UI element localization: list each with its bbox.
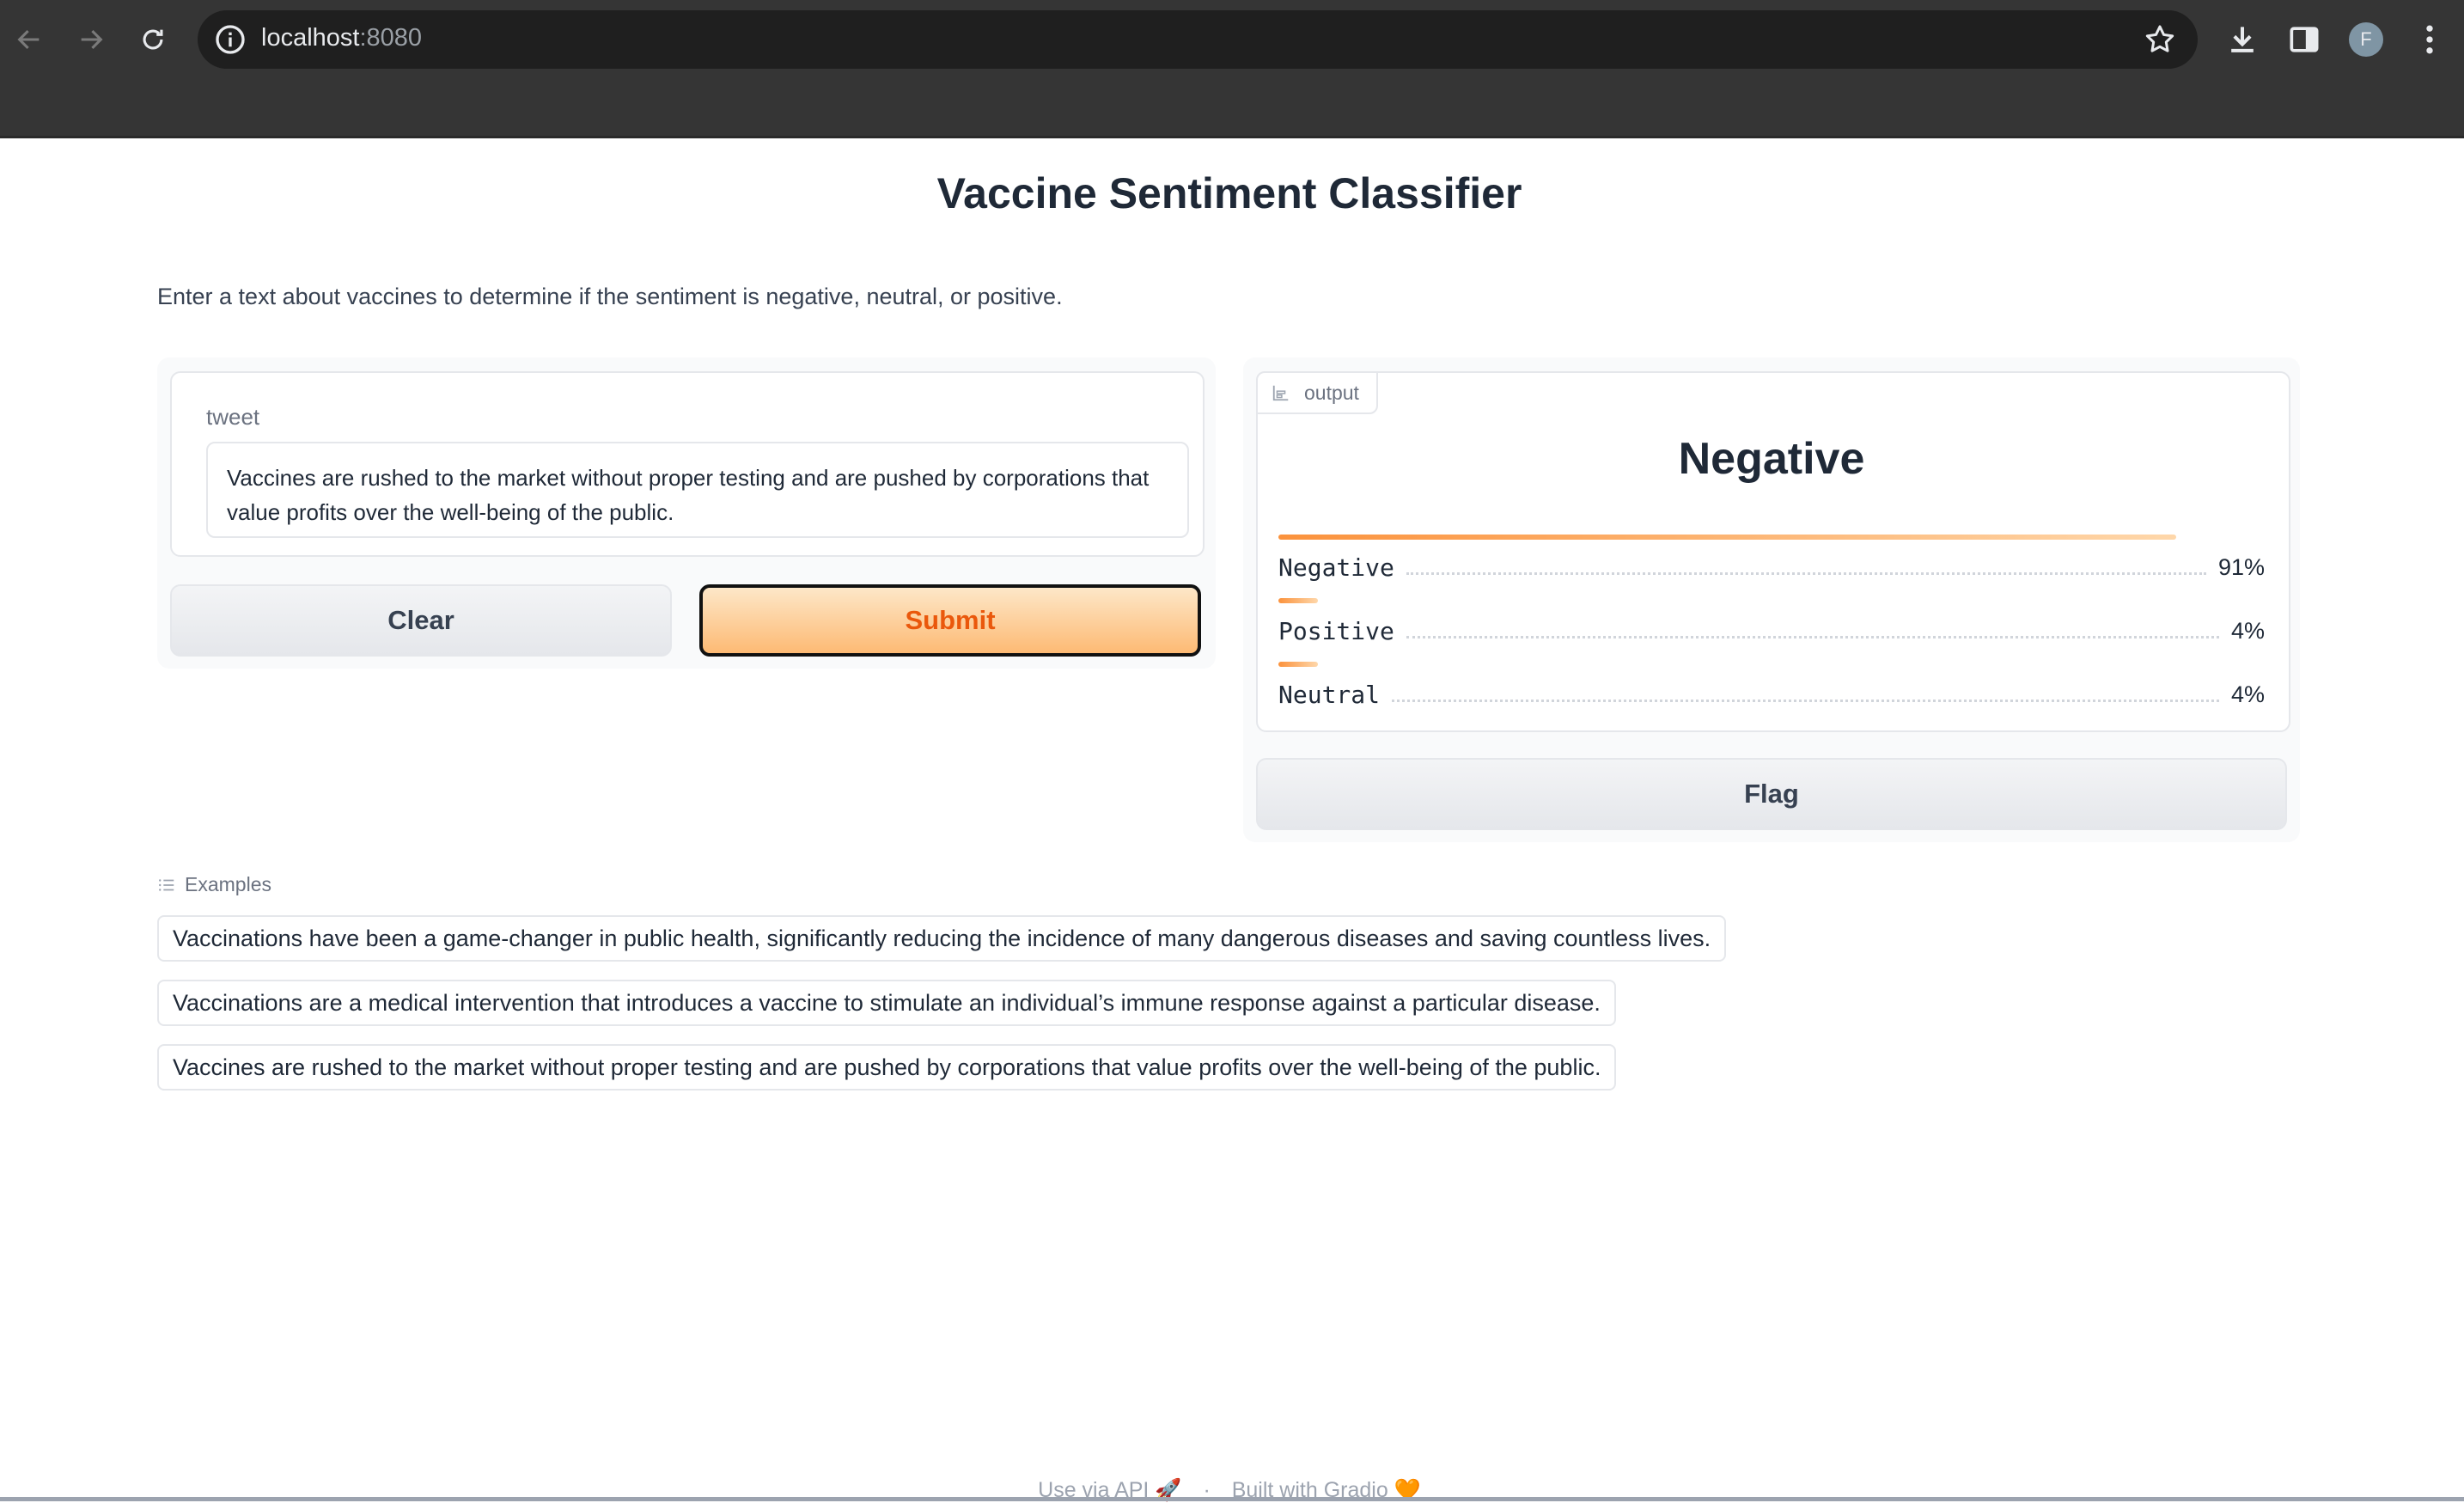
reload-button[interactable] xyxy=(132,19,174,60)
window-bottom-edge xyxy=(0,1497,2464,1501)
tweet-block: tweet Vaccines are rushed to the market … xyxy=(170,371,1205,557)
back-button[interactable] xyxy=(9,19,50,60)
toolbar-divider xyxy=(0,136,2464,138)
example-item[interactable]: Vaccines are rushed to the market withou… xyxy=(157,1044,1617,1091)
confidence-bar xyxy=(1278,662,1318,667)
submit-button[interactable]: Submit xyxy=(699,584,1201,657)
bar-chart-icon xyxy=(1272,385,1289,401)
url-host: localhost xyxy=(261,24,360,52)
browser-toolbar: localhost:8080 F xyxy=(0,0,2464,138)
tweet-textarea[interactable]: Vaccines are rushed to the market withou… xyxy=(206,442,1189,538)
url-text: localhost:8080 xyxy=(261,24,422,52)
clear-button[interactable]: Clear xyxy=(170,584,672,657)
confidence-dots xyxy=(1392,687,2219,702)
example-item[interactable]: Vaccinations are a medical intervention … xyxy=(157,980,1616,1026)
confidence-row[interactable]: Neutral 4% xyxy=(1278,677,2265,712)
arrow-right-icon xyxy=(81,29,103,50)
confidence-bar xyxy=(1278,598,1318,603)
page-title: Vaccine Sentiment Classifier xyxy=(936,169,1522,217)
confidence-label: Neutral xyxy=(1278,680,1381,709)
confidence-row[interactable]: Positive 4% xyxy=(1278,614,2265,648)
address-bar[interactable]: localhost:8080 xyxy=(198,10,2198,69)
site-info-icon[interactable] xyxy=(213,22,247,57)
confidence-percent: 4% xyxy=(2230,617,2265,644)
flag-button[interactable]: Flag xyxy=(1256,758,2287,830)
confidence-label: Negative xyxy=(1278,553,1394,582)
examples-heading-label: Examples xyxy=(185,873,271,895)
predicted-label: Negative xyxy=(1678,434,1865,484)
output-tag: output xyxy=(1256,371,1378,414)
examples-heading: Examples xyxy=(157,873,271,896)
confidence-label: Positive xyxy=(1278,616,1394,645)
confidence-dots xyxy=(1406,560,2206,575)
confidence-percent: 4% xyxy=(2230,681,2265,707)
profile-avatar[interactable]: F xyxy=(2349,22,2383,57)
output-tag-label: output xyxy=(1304,381,1359,404)
confidence-row[interactable]: Negative 91% xyxy=(1278,550,2265,584)
url-port: :8080 xyxy=(359,24,423,52)
download-icon[interactable] xyxy=(2223,21,2261,58)
forward-button[interactable] xyxy=(70,19,112,60)
more-menu-icon[interactable] xyxy=(2411,21,2449,58)
confidence-percent: 91% xyxy=(2217,553,2265,580)
bookmark-star-icon[interactable] xyxy=(2143,22,2177,57)
app-description: Enter a text about vaccines to determine… xyxy=(157,284,1063,309)
example-item[interactable]: Vaccinations have been a game-changer in… xyxy=(157,915,1727,962)
arrow-left-icon xyxy=(17,29,40,50)
side-panel-icon[interactable] xyxy=(2285,21,2323,58)
confidence-dots xyxy=(1406,624,2219,638)
confidence-bar xyxy=(1278,535,2176,540)
tweet-label: tweet xyxy=(206,404,260,430)
list-icon xyxy=(159,878,174,891)
reload-icon xyxy=(143,29,163,50)
